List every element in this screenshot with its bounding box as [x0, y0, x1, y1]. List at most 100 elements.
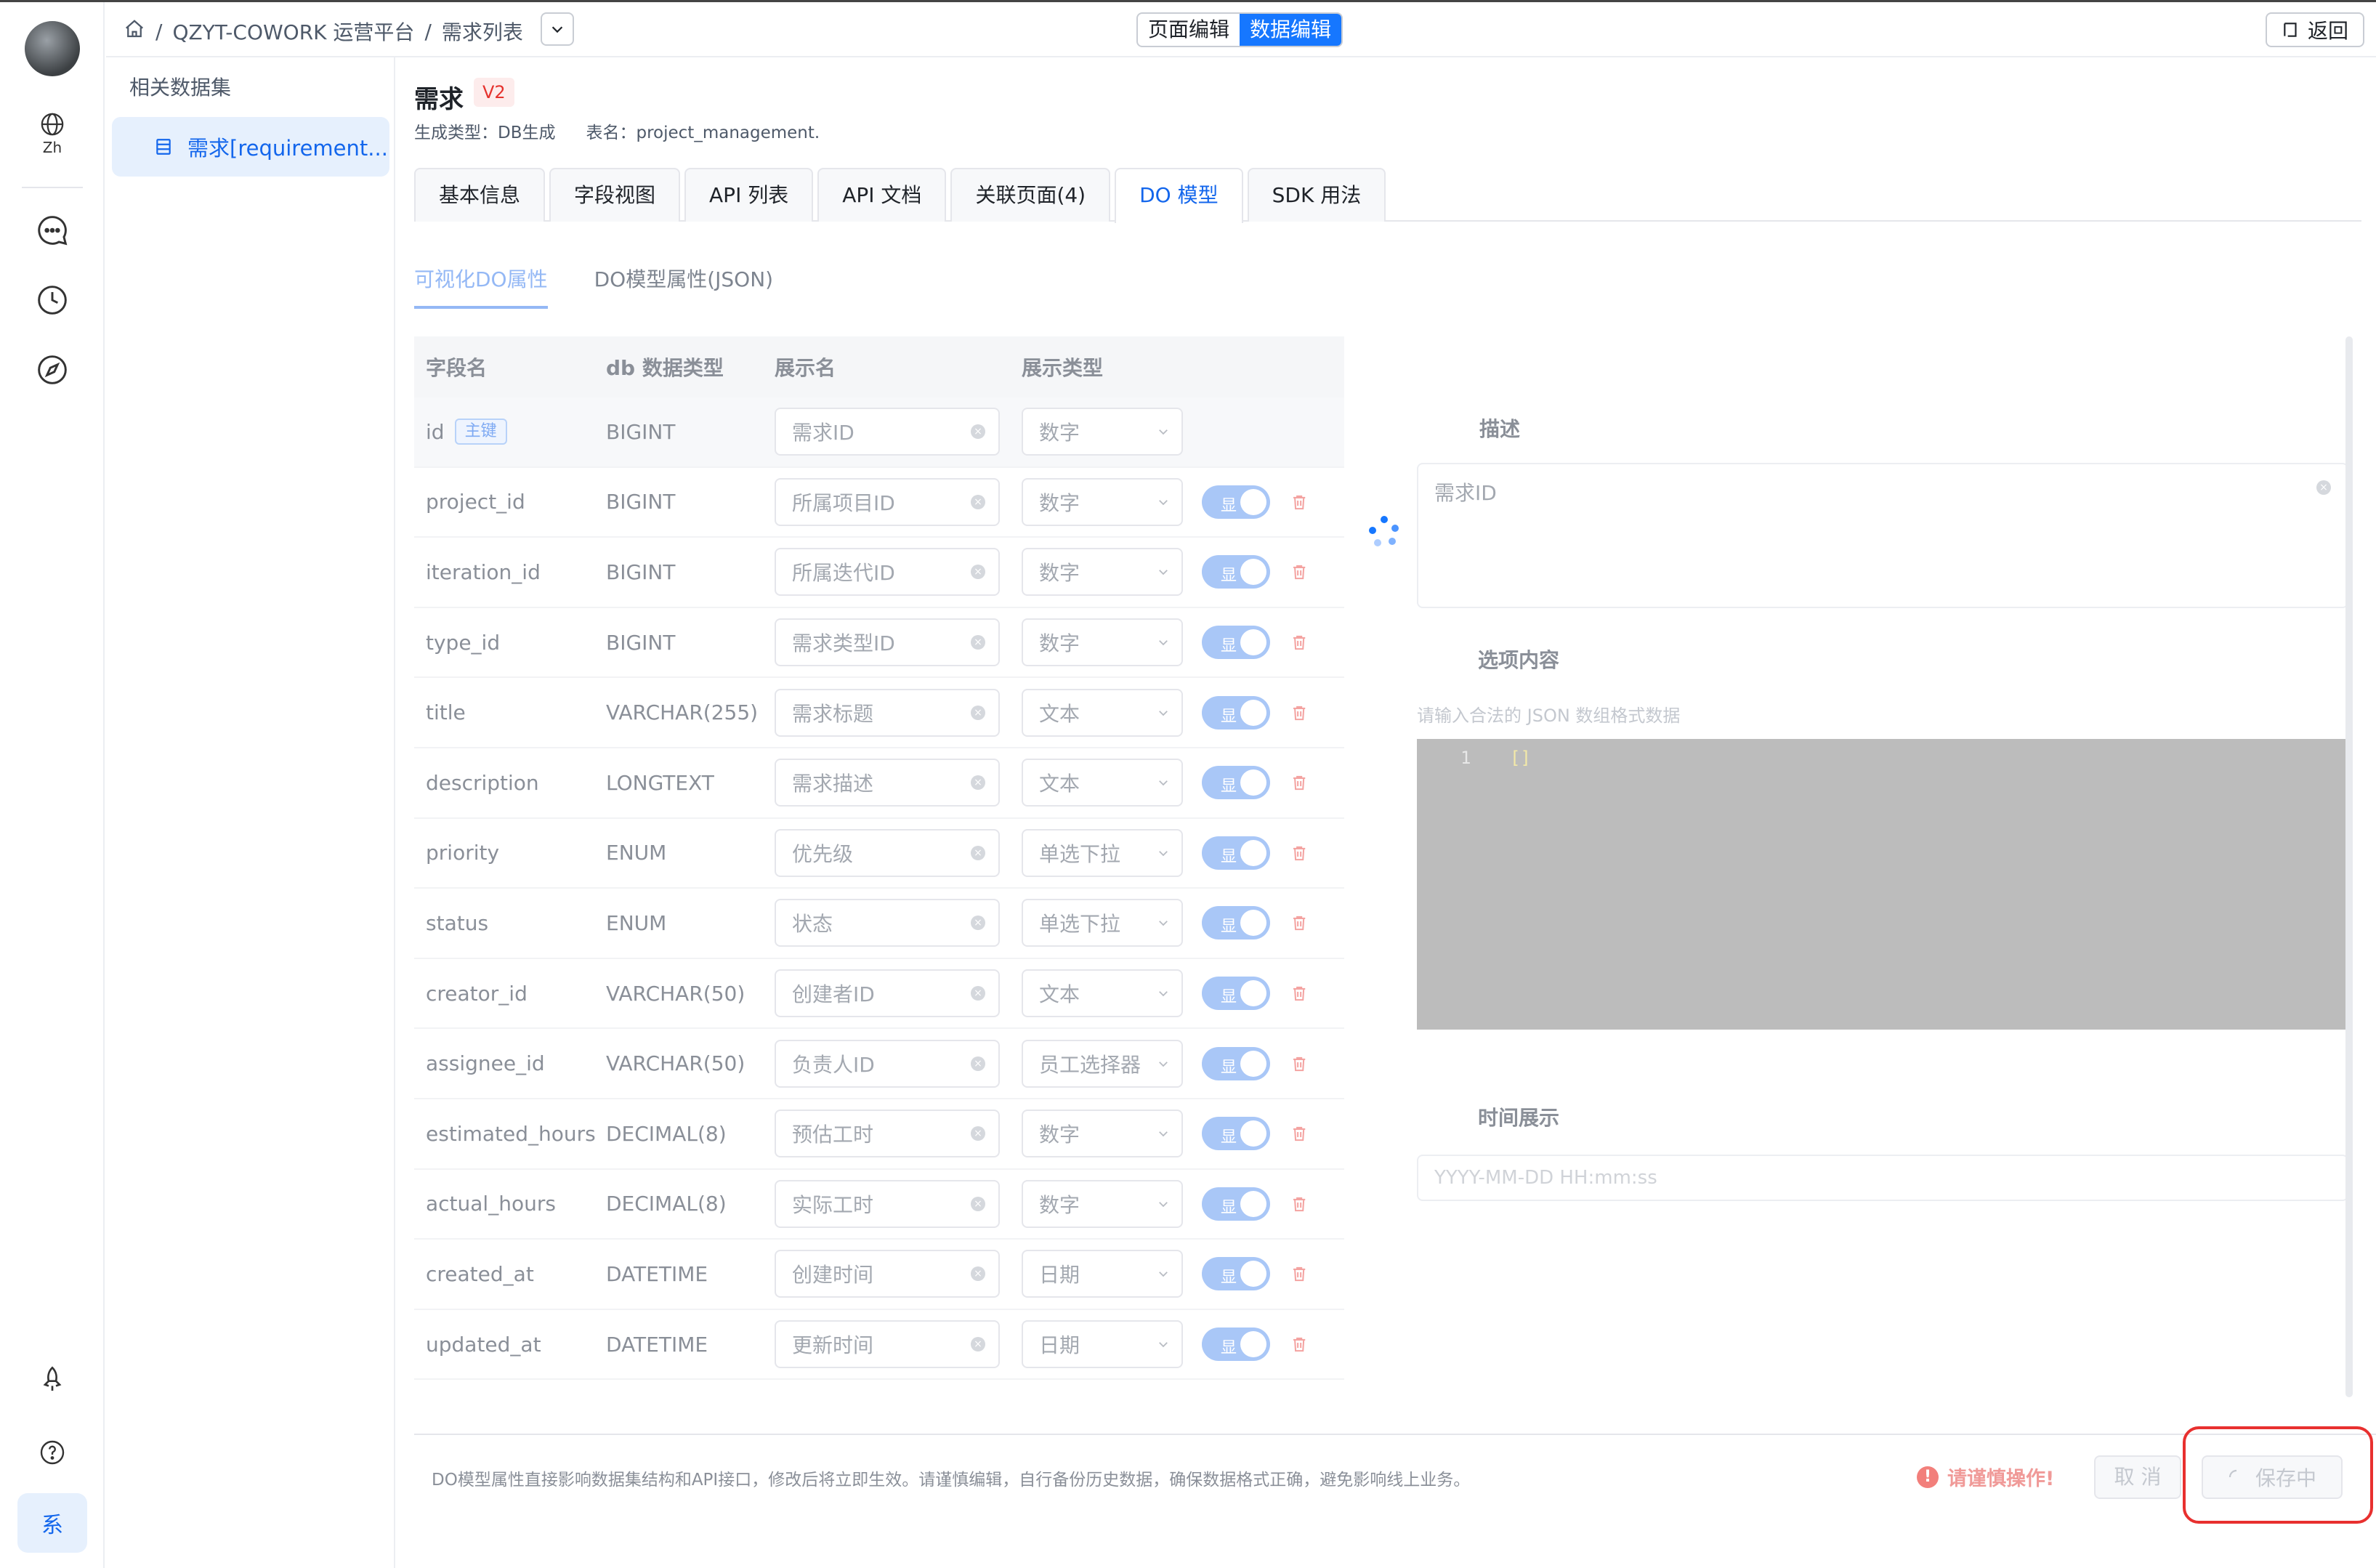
- delete-icon[interactable]: [1290, 562, 1308, 582]
- tab-related-pages[interactable]: 关联页面(4): [950, 168, 1111, 222]
- avatar[interactable]: [25, 21, 80, 76]
- clear-icon[interactable]: ×: [971, 775, 985, 791]
- visibility-toggle[interactable]: 显: [1202, 1257, 1270, 1291]
- delete-icon[interactable]: [1290, 843, 1308, 863]
- system-button[interactable]: 系: [17, 1493, 87, 1553]
- clear-icon[interactable]: ×: [971, 1196, 985, 1211]
- time-format-input[interactable]: YYYY-MM-DD HH:mm:ss: [1417, 1155, 2348, 1201]
- tab-basic-info[interactable]: 基本信息: [414, 168, 546, 222]
- delete-icon[interactable]: [1290, 492, 1308, 512]
- visibility-toggle[interactable]: 显: [1202, 626, 1270, 660]
- visibility-toggle[interactable]: 显: [1202, 1327, 1270, 1362]
- clear-icon[interactable]: ×: [971, 1337, 985, 1352]
- display-name-input[interactable]: 创建者ID ×: [775, 969, 1000, 1018]
- visibility-toggle[interactable]: 显: [1202, 695, 1270, 730]
- delete-icon[interactable]: [1290, 632, 1308, 652]
- tab-api-list[interactable]: API 列表: [684, 168, 814, 222]
- tab-api-docs[interactable]: API 文档: [817, 168, 947, 222]
- dataset-item-requirement[interactable]: 需求[requirement...: [112, 117, 389, 177]
- display-type-select[interactable]: 数字: [1022, 1179, 1183, 1228]
- delete-icon[interactable]: [1290, 772, 1308, 793]
- help-icon[interactable]: [33, 1434, 71, 1471]
- display-type-select[interactable]: 数字: [1022, 408, 1183, 456]
- clear-icon[interactable]: ×: [971, 494, 985, 509]
- mode-data-edit[interactable]: 数据编辑: [1240, 14, 1342, 46]
- json-code-editor[interactable]: 1 []: [1417, 739, 2348, 1030]
- globe-icon[interactable]: [33, 105, 71, 143]
- clear-icon[interactable]: ×: [971, 705, 985, 720]
- description-field[interactable]: 需求ID ×: [1417, 463, 2348, 608]
- rocket-icon[interactable]: [33, 1361, 71, 1399]
- home-icon[interactable]: [124, 18, 145, 45]
- display-name-input[interactable]: 负责人ID ×: [775, 1039, 1000, 1088]
- display-name-input[interactable]: 所属项目ID ×: [775, 477, 1000, 526]
- display-type-select[interactable]: 日期: [1022, 1320, 1183, 1369]
- tab-do-model[interactable]: DO 模型: [1115, 168, 1243, 223]
- display-type-select[interactable]: 员工选择器: [1022, 1039, 1183, 1088]
- delete-icon[interactable]: [1290, 1264, 1308, 1284]
- visibility-toggle[interactable]: 显: [1202, 555, 1270, 589]
- display-type-select[interactable]: 文本: [1022, 759, 1183, 807]
- visibility-toggle[interactable]: 显: [1202, 1187, 1270, 1221]
- breadcrumb-project[interactable]: QZYT-COWORK 运营平台: [172, 17, 414, 46]
- clear-icon[interactable]: ×: [971, 986, 985, 1001]
- clear-icon[interactable]: ×: [2316, 480, 2331, 495]
- visibility-toggle[interactable]: 显: [1202, 906, 1270, 940]
- clear-icon[interactable]: ×: [971, 1126, 985, 1141]
- display-name-input[interactable]: 创建时间 ×: [775, 1250, 1000, 1298]
- mode-page-edit[interactable]: 页面编辑: [1138, 14, 1240, 46]
- breadcrumb-page[interactable]: 需求列表: [442, 17, 523, 46]
- visibility-toggle[interactable]: 显: [1202, 766, 1270, 800]
- clear-icon[interactable]: ×: [971, 916, 985, 931]
- subtab-do-json[interactable]: DO模型属性(JSON): [594, 264, 773, 309]
- delete-icon[interactable]: [1290, 1194, 1308, 1214]
- display-type-select[interactable]: 数字: [1022, 1110, 1183, 1158]
- clear-icon[interactable]: ×: [971, 1266, 985, 1282]
- back-button[interactable]: 返回: [2266, 12, 2364, 47]
- visibility-toggle[interactable]: 显: [1202, 485, 1270, 519]
- clear-icon[interactable]: ×: [971, 424, 985, 440]
- chat-icon[interactable]: [33, 211, 71, 249]
- visibility-toggle[interactable]: 显: [1202, 1046, 1270, 1080]
- delete-icon[interactable]: [1290, 983, 1308, 1003]
- display-name-input[interactable]: 所属迭代ID ×: [775, 548, 1000, 597]
- delete-icon[interactable]: [1290, 1054, 1308, 1074]
- delete-icon[interactable]: [1290, 703, 1308, 723]
- clear-icon[interactable]: ×: [971, 1056, 985, 1071]
- visibility-toggle[interactable]: 显: [1202, 977, 1270, 1011]
- page-dropdown-button[interactable]: [541, 12, 574, 46]
- delete-icon[interactable]: [1290, 913, 1308, 933]
- display-name-input[interactable]: 实际工时 ×: [775, 1179, 1000, 1228]
- cancel-button[interactable]: 取 消: [2094, 1455, 2181, 1499]
- display-type-select[interactable]: 数字: [1022, 618, 1183, 667]
- delete-icon[interactable]: [1290, 1334, 1308, 1354]
- display-name-input[interactable]: 更新时间 ×: [775, 1320, 1000, 1369]
- panel-scrollbar[interactable]: [2345, 336, 2353, 1397]
- display-type-select[interactable]: 文本: [1022, 969, 1183, 1018]
- display-type-select[interactable]: 单选下拉: [1022, 828, 1183, 877]
- display-name-input[interactable]: 需求描述 ×: [775, 759, 1000, 807]
- display-name-input[interactable]: 需求类型ID ×: [775, 618, 1000, 667]
- display-type-select[interactable]: 数字: [1022, 477, 1183, 526]
- display-type-select[interactable]: 数字: [1022, 548, 1183, 597]
- display-name-input[interactable]: 优先级 ×: [775, 828, 1000, 877]
- display-type-select[interactable]: 文本: [1022, 688, 1183, 737]
- clear-icon[interactable]: ×: [971, 635, 985, 650]
- display-name-input[interactable]: 预估工时 ×: [775, 1110, 1000, 1158]
- clear-icon[interactable]: ×: [971, 845, 985, 860]
- tab-sdk-usage[interactable]: SDK 用法: [1247, 168, 1386, 222]
- clear-icon[interactable]: ×: [971, 565, 985, 580]
- language-label[interactable]: Zh: [29, 139, 76, 156]
- display-name-input[interactable]: 需求标题 ×: [775, 688, 1000, 737]
- clock-icon[interactable]: [33, 281, 71, 319]
- display-type-select[interactable]: 单选下拉: [1022, 899, 1183, 947]
- visibility-toggle[interactable]: 显: [1202, 836, 1270, 870]
- visibility-toggle[interactable]: 显: [1202, 1117, 1270, 1151]
- tab-field-view[interactable]: 字段视图: [549, 168, 681, 222]
- display-name-input[interactable]: 状态 ×: [775, 899, 1000, 947]
- display-type-select[interactable]: 日期: [1022, 1250, 1183, 1298]
- subtab-visual-do[interactable]: 可视化DO属性: [414, 264, 548, 309]
- compass-icon[interactable]: [33, 351, 71, 389]
- delete-icon[interactable]: [1290, 1123, 1308, 1144]
- display-name-input[interactable]: 需求ID ×: [775, 408, 1000, 456]
